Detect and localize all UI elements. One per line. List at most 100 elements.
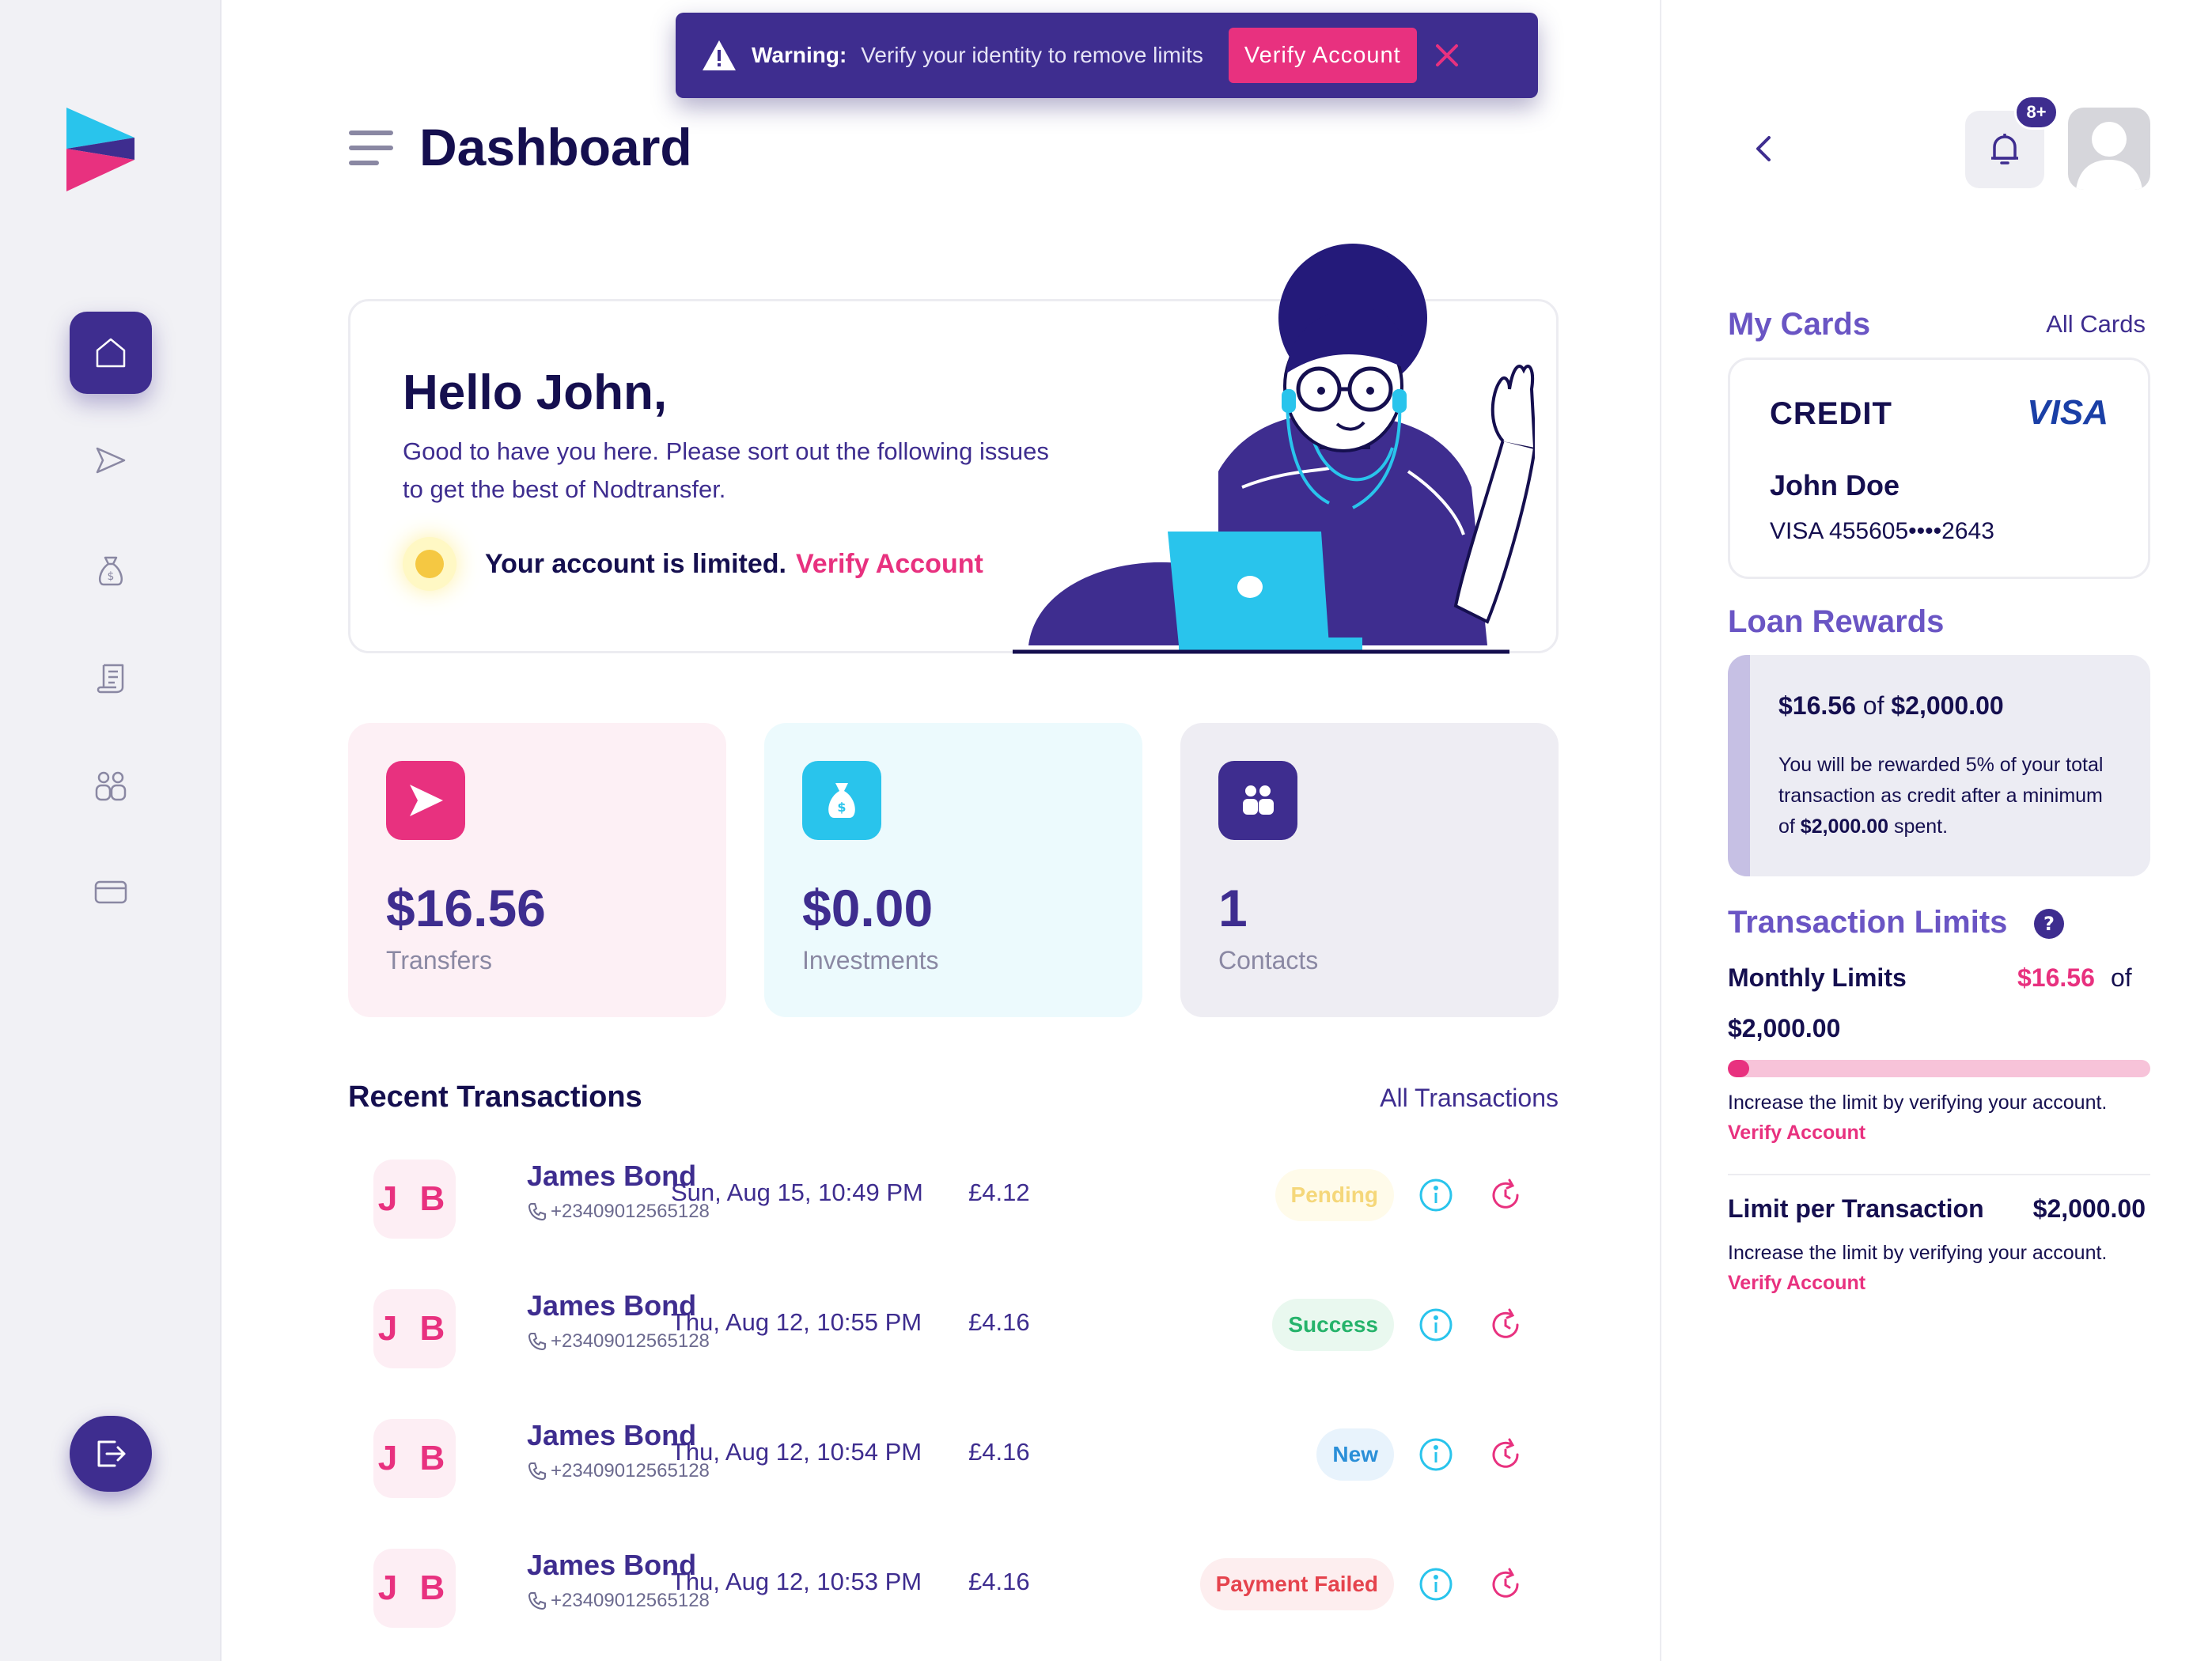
welcome-title: Hello John, xyxy=(403,365,668,420)
transaction-amount: £4.16 xyxy=(968,1438,1030,1466)
page-title: Dashboard xyxy=(419,118,692,176)
phone-icon xyxy=(528,1333,546,1351)
stat-card-contacts[interactable]: 1 Contacts xyxy=(1180,723,1559,1017)
sidebar-item-transactions[interactable] xyxy=(70,638,152,720)
hamburger-menu-icon[interactable] xyxy=(348,128,394,168)
verify-account-link[interactable]: Verify Account xyxy=(1728,1272,1865,1295)
sidebar-item-home[interactable] xyxy=(70,312,152,394)
info-icon[interactable] xyxy=(1418,1307,1454,1343)
close-icon[interactable] xyxy=(1431,40,1463,71)
transaction-amount: £4.12 xyxy=(968,1179,1030,1206)
banner-verify-button[interactable]: Verify Account xyxy=(1228,28,1417,83)
monthly-limits-label: Monthly Limits xyxy=(1728,963,1907,992)
phone-icon xyxy=(528,1462,546,1481)
waving-woman-illustration xyxy=(1013,244,1535,654)
user-silhouette-icon xyxy=(2076,122,2142,190)
svg-text:$: $ xyxy=(837,800,846,815)
stat-label: Transfers xyxy=(386,946,492,974)
repeat-icon[interactable] xyxy=(1487,1566,1524,1602)
sidebar-item-send[interactable] xyxy=(70,419,152,501)
monthly-limit-progress xyxy=(1728,1060,2150,1077)
warning-label: Warning: xyxy=(752,43,847,67)
sidebar-item-contacts[interactable] xyxy=(70,745,152,827)
loan-description: You will be rewarded 5% of your total tr… xyxy=(1778,754,2104,838)
recent-transactions-title: Recent Transactions xyxy=(348,1080,642,1114)
status-badge: New xyxy=(1316,1428,1394,1481)
stat-card-investments[interactable]: $ $0.00 Investments xyxy=(764,723,1142,1017)
transaction-date: Thu, Aug 12, 10:55 PM xyxy=(671,1308,922,1336)
svg-text:?: ? xyxy=(2043,913,2055,935)
verify-account-link[interactable]: Verify Account xyxy=(796,549,983,580)
phone-icon xyxy=(528,1592,546,1610)
progress-fill xyxy=(1728,1060,1749,1077)
card-type: CREDIT xyxy=(1770,396,1892,431)
sidebar: $ xyxy=(0,0,222,1661)
loan-rewards-title: Loan Rewards xyxy=(1728,604,1945,639)
app-logo[interactable] xyxy=(66,108,134,191)
transaction-limits-title: Transaction Limits xyxy=(1728,905,2008,940)
all-transactions-link[interactable]: All Transactions xyxy=(1380,1084,1559,1113)
divider xyxy=(1728,1174,2150,1175)
info-icon[interactable] xyxy=(1418,1436,1454,1473)
monthly-limit-used: $16.56 xyxy=(2017,963,2095,992)
sidebar-item-cards[interactable] xyxy=(70,851,152,933)
loan-rewards-card: $16.56 of $2,000.00 You will be rewarded… xyxy=(1728,655,2150,876)
status-indicator xyxy=(403,537,456,591)
warning-icon xyxy=(703,40,736,70)
all-cards-link[interactable]: All Cards xyxy=(2046,310,2146,339)
contacts-icon xyxy=(95,771,127,801)
loan-progress-stripe xyxy=(1728,655,1750,876)
home-icon xyxy=(96,338,126,368)
card-icon xyxy=(94,880,127,904)
repeat-icon[interactable] xyxy=(1487,1307,1524,1343)
avatar: J B xyxy=(373,1160,456,1239)
stat-label: Contacts xyxy=(1218,946,1319,974)
phone-icon xyxy=(528,1203,546,1221)
send-icon xyxy=(410,785,443,816)
status-badge: Payment Failed xyxy=(1199,1558,1394,1610)
stat-value: 1 xyxy=(1218,879,1248,937)
status-badge: Pending xyxy=(1275,1169,1394,1221)
visa-logo: VISA xyxy=(2027,393,2108,432)
avatar[interactable] xyxy=(2068,108,2150,190)
chevron-left-icon[interactable] xyxy=(1747,131,1782,166)
avatar: J B xyxy=(373,1289,456,1368)
stat-card-transfers[interactable]: $16.56 Transfers xyxy=(348,723,726,1017)
transaction-amount: £4.16 xyxy=(968,1568,1030,1595)
money-bag-icon: $ xyxy=(828,783,855,818)
status-badge: Success xyxy=(1272,1299,1394,1351)
stat-icon-box: $ xyxy=(802,761,881,840)
transaction-amount: £4.16 xyxy=(968,1308,1030,1336)
loan-amount: $16.56 of $2,000.00 xyxy=(1778,691,2004,720)
send-icon xyxy=(96,447,126,474)
help-icon[interactable]: ? xyxy=(2033,908,2065,940)
monthly-limit-of: of xyxy=(2111,963,2132,992)
receipt-icon xyxy=(97,664,124,694)
table-row[interactable]: J B James Bond +23409012565128 Thu, Aug … xyxy=(348,1414,1559,1501)
transaction-date: Thu, Aug 12, 10:54 PM xyxy=(671,1438,922,1466)
bell-icon xyxy=(1991,134,2018,165)
main-content: Warning: Verify your identity to remove … xyxy=(223,0,1660,1661)
logout-icon xyxy=(97,1440,126,1467)
repeat-icon[interactable] xyxy=(1487,1177,1524,1213)
verify-account-link[interactable]: Verify Account xyxy=(1728,1122,1865,1145)
table-row[interactable]: J B James Bond +23409012565128 Thu, Aug … xyxy=(348,1285,1559,1372)
right-panel: 8+ My Cards All Cards CREDIT VISA John D… xyxy=(1660,0,2212,1661)
notification-count-badge: 8+ xyxy=(2014,95,2059,130)
table-row[interactable]: J B James Bond +23409012565128 Thu, Aug … xyxy=(348,1544,1559,1631)
money-bag-icon: $ xyxy=(98,556,123,586)
warning-text: Verify your identity to remove limits xyxy=(861,43,1203,67)
transaction-date: Sun, Aug 15, 10:49 PM xyxy=(671,1179,923,1206)
limit-per-transaction-value: $2,000.00 xyxy=(2032,1194,2146,1223)
logout-button[interactable] xyxy=(70,1416,152,1492)
sidebar-item-investments[interactable]: $ xyxy=(70,530,152,612)
credit-card[interactable]: CREDIT VISA John Doe VISA 455605••••2643 xyxy=(1728,358,2150,579)
stat-value: $0.00 xyxy=(802,879,934,937)
info-icon[interactable] xyxy=(1418,1177,1454,1213)
my-cards-title: My Cards xyxy=(1728,307,1871,342)
info-icon[interactable] xyxy=(1418,1566,1454,1602)
stat-icon-box xyxy=(1218,761,1297,840)
table-row[interactable]: J B James Bond +23409012565128 Sun, Aug … xyxy=(348,1155,1559,1242)
limit-note: Increase the limit by verifying your acc… xyxy=(1728,1092,2108,1114)
repeat-icon[interactable] xyxy=(1487,1436,1524,1473)
